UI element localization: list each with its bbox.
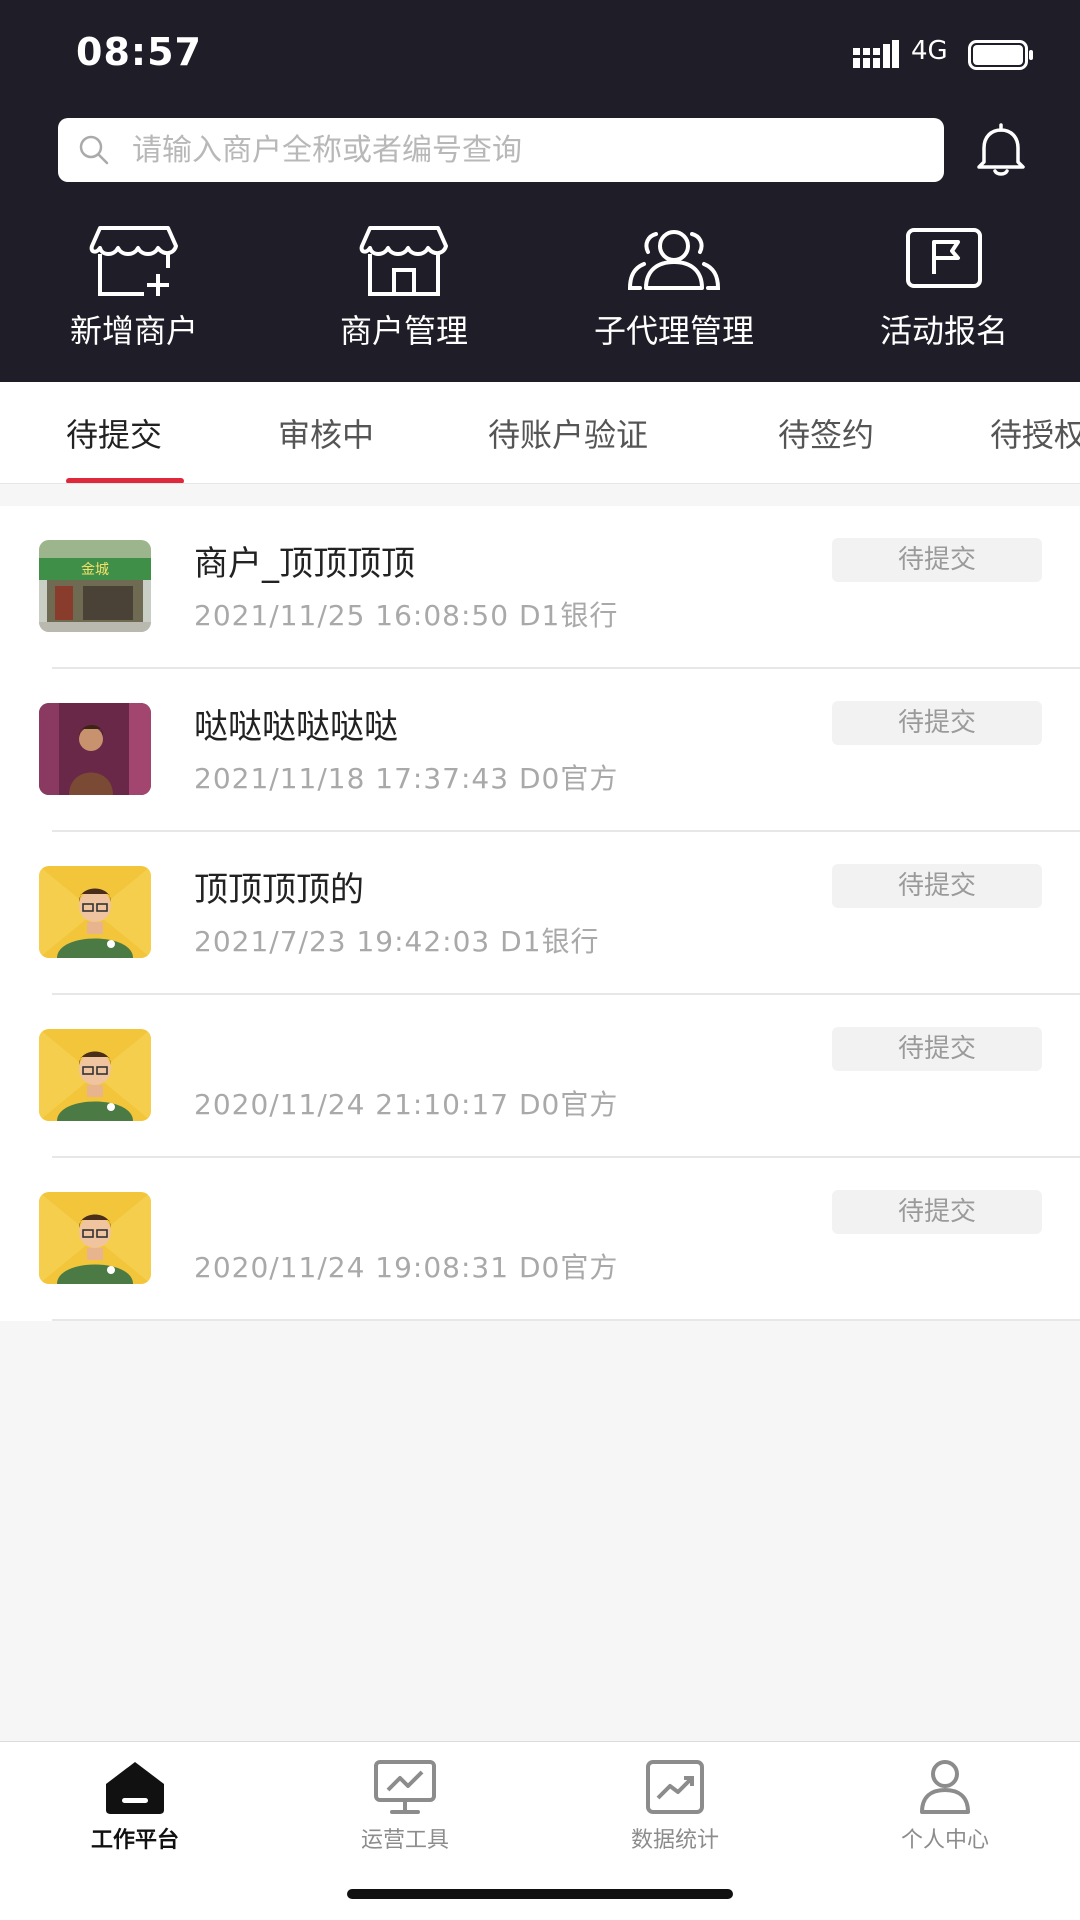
home-icon (106, 1762, 164, 1814)
merchant-meta: 2021/11/25 16:08:50 D1银行 (194, 594, 618, 634)
network-type: 4G (911, 36, 948, 66)
status-badge: 待提交 (832, 864, 1042, 908)
quick-actions: 新增商户 商户管理 子代理管理 活动报名 (0, 224, 1080, 354)
sub-agent-management-label: 子代理管理 (593, 312, 754, 350)
nav-workbench[interactable]: 工作平台 (35, 1758, 235, 1854)
header: 08:57 4G 请输入商户全称或者编号查询 新增商户 商户管理 子代理管理 活… (0, 0, 1080, 382)
active-tab-indicator (66, 478, 184, 483)
activity-signup-button[interactable]: 活动报名 (834, 224, 1054, 354)
merchant-name: 商户_顶顶顶顶 (194, 544, 415, 584)
tab-reviewing[interactable]: 审核中 (278, 410, 374, 456)
list-item[interactable]: 顶顶顶顶的 2021/7/23 19:42:03 D1银行 待提交 (0, 832, 1080, 995)
monitor-icon (374, 1760, 436, 1814)
merchant-datetime: 2020/11/24 21:10:17 (194, 1088, 510, 1121)
merchant-thumbnail (39, 703, 151, 795)
users-icon (627, 230, 721, 290)
status-badge: 待提交 (832, 701, 1042, 745)
search-input[interactable] (132, 126, 922, 174)
merchant-list: 金城 商户_顶顶顶顶 2021/11/25 16:08:50 D1银行 待提交 … (0, 506, 1080, 1321)
store-add-icon (89, 226, 178, 296)
list-item[interactable]: 哒哒哒哒哒哒 2021/11/18 17:37:43 D0官方 待提交 (0, 669, 1080, 832)
merchant-type: D1银行 (500, 925, 600, 958)
chart-icon (646, 1760, 704, 1814)
svg-text:金城: 金城 (81, 562, 109, 578)
merchant-type: D0官方 (518, 1251, 619, 1284)
merchant-type: D0官方 (518, 762, 619, 795)
status-tabs: 待提交 审核中 待账户验证 待签约 待授权 (0, 382, 1080, 484)
merchant-meta: 2021/7/23 19:42:03 D1银行 (194, 920, 600, 960)
list-item[interactable]: 金城 商户_顶顶顶顶 2021/11/25 16:08:50 D1银行 待提交 (0, 506, 1080, 669)
tab-pending-account-verify[interactable]: 待账户验证 (488, 410, 648, 456)
divider (52, 1319, 1080, 1321)
status-bar: 08:57 4G (0, 30, 1080, 80)
nav-statistics[interactable]: 数据统计 (575, 1758, 775, 1854)
store-icon (359, 226, 448, 296)
nav-profile[interactable]: 个人中心 (845, 1758, 1045, 1854)
nav-operation-tools[interactable]: 运营工具 (305, 1758, 505, 1854)
merchant-thumbnail (39, 1192, 151, 1284)
merchant-datetime: 2020/11/24 19:08:31 (194, 1251, 510, 1284)
bell-icon[interactable] (972, 122, 1030, 178)
signal-icon (853, 40, 899, 68)
tab-pending-submit[interactable]: 待提交 (66, 410, 162, 456)
nav-statistics-label: 数据统计 (630, 1828, 719, 1853)
merchant-meta: 2021/11/18 17:37:43 D0官方 (194, 757, 618, 797)
merchant-thumbnail (39, 1029, 151, 1121)
sub-agent-management-button[interactable]: 子代理管理 (564, 224, 784, 354)
list-item[interactable]: 2020/11/24 19:08:31 D0官方 待提交 (0, 1158, 1080, 1321)
merchant-type: D1银行 (518, 599, 619, 632)
nav-workbench-label: 工作平台 (90, 1828, 179, 1853)
nav-operation-tools-label: 运营工具 (360, 1828, 449, 1853)
tab-pending-sign[interactable]: 待签约 (778, 410, 874, 456)
merchant-type: D0官方 (518, 1088, 619, 1121)
search-icon (79, 135, 109, 165)
merchant-management-label: 商户管理 (339, 312, 468, 350)
merchant-datetime: 2021/11/18 17:37:43 (194, 762, 510, 795)
merchant-name: 哒哒哒哒哒哒 (194, 707, 398, 747)
merchant-name: 顶顶顶顶的 (194, 870, 364, 910)
merchant-thumbnail (39, 866, 151, 958)
status-time: 08:57 (76, 30, 202, 74)
add-merchant-label: 新增商户 (69, 312, 198, 350)
status-badge: 待提交 (832, 1027, 1042, 1071)
merchant-meta: 2020/11/24 19:08:31 D0官方 (194, 1246, 618, 1286)
tab-pending-authorize[interactable]: 待授权 (990, 410, 1080, 456)
person-icon (920, 1760, 970, 1814)
merchant-datetime: 2021/7/23 19:42:03 (194, 925, 491, 958)
activity-signup-label: 活动报名 (879, 312, 1008, 350)
home-indicator (347, 1889, 733, 1899)
list-item[interactable]: 2020/11/24 21:10:17 D0官方 待提交 (0, 995, 1080, 1158)
merchant-management-button[interactable]: 商户管理 (294, 224, 514, 354)
status-badge: 待提交 (832, 538, 1042, 582)
add-merchant-button[interactable]: 新增商户 (24, 224, 244, 354)
nav-profile-label: 个人中心 (900, 1828, 989, 1853)
status-badge: 待提交 (832, 1190, 1042, 1234)
merchant-thumbnail: 金城 (39, 540, 151, 632)
search-bar[interactable] (58, 118, 944, 182)
flag-icon (906, 228, 982, 288)
merchant-datetime: 2021/11/25 16:08:50 (194, 599, 510, 632)
battery-icon (968, 40, 1033, 70)
merchant-meta: 2020/11/24 21:10:17 D0官方 (194, 1083, 618, 1123)
